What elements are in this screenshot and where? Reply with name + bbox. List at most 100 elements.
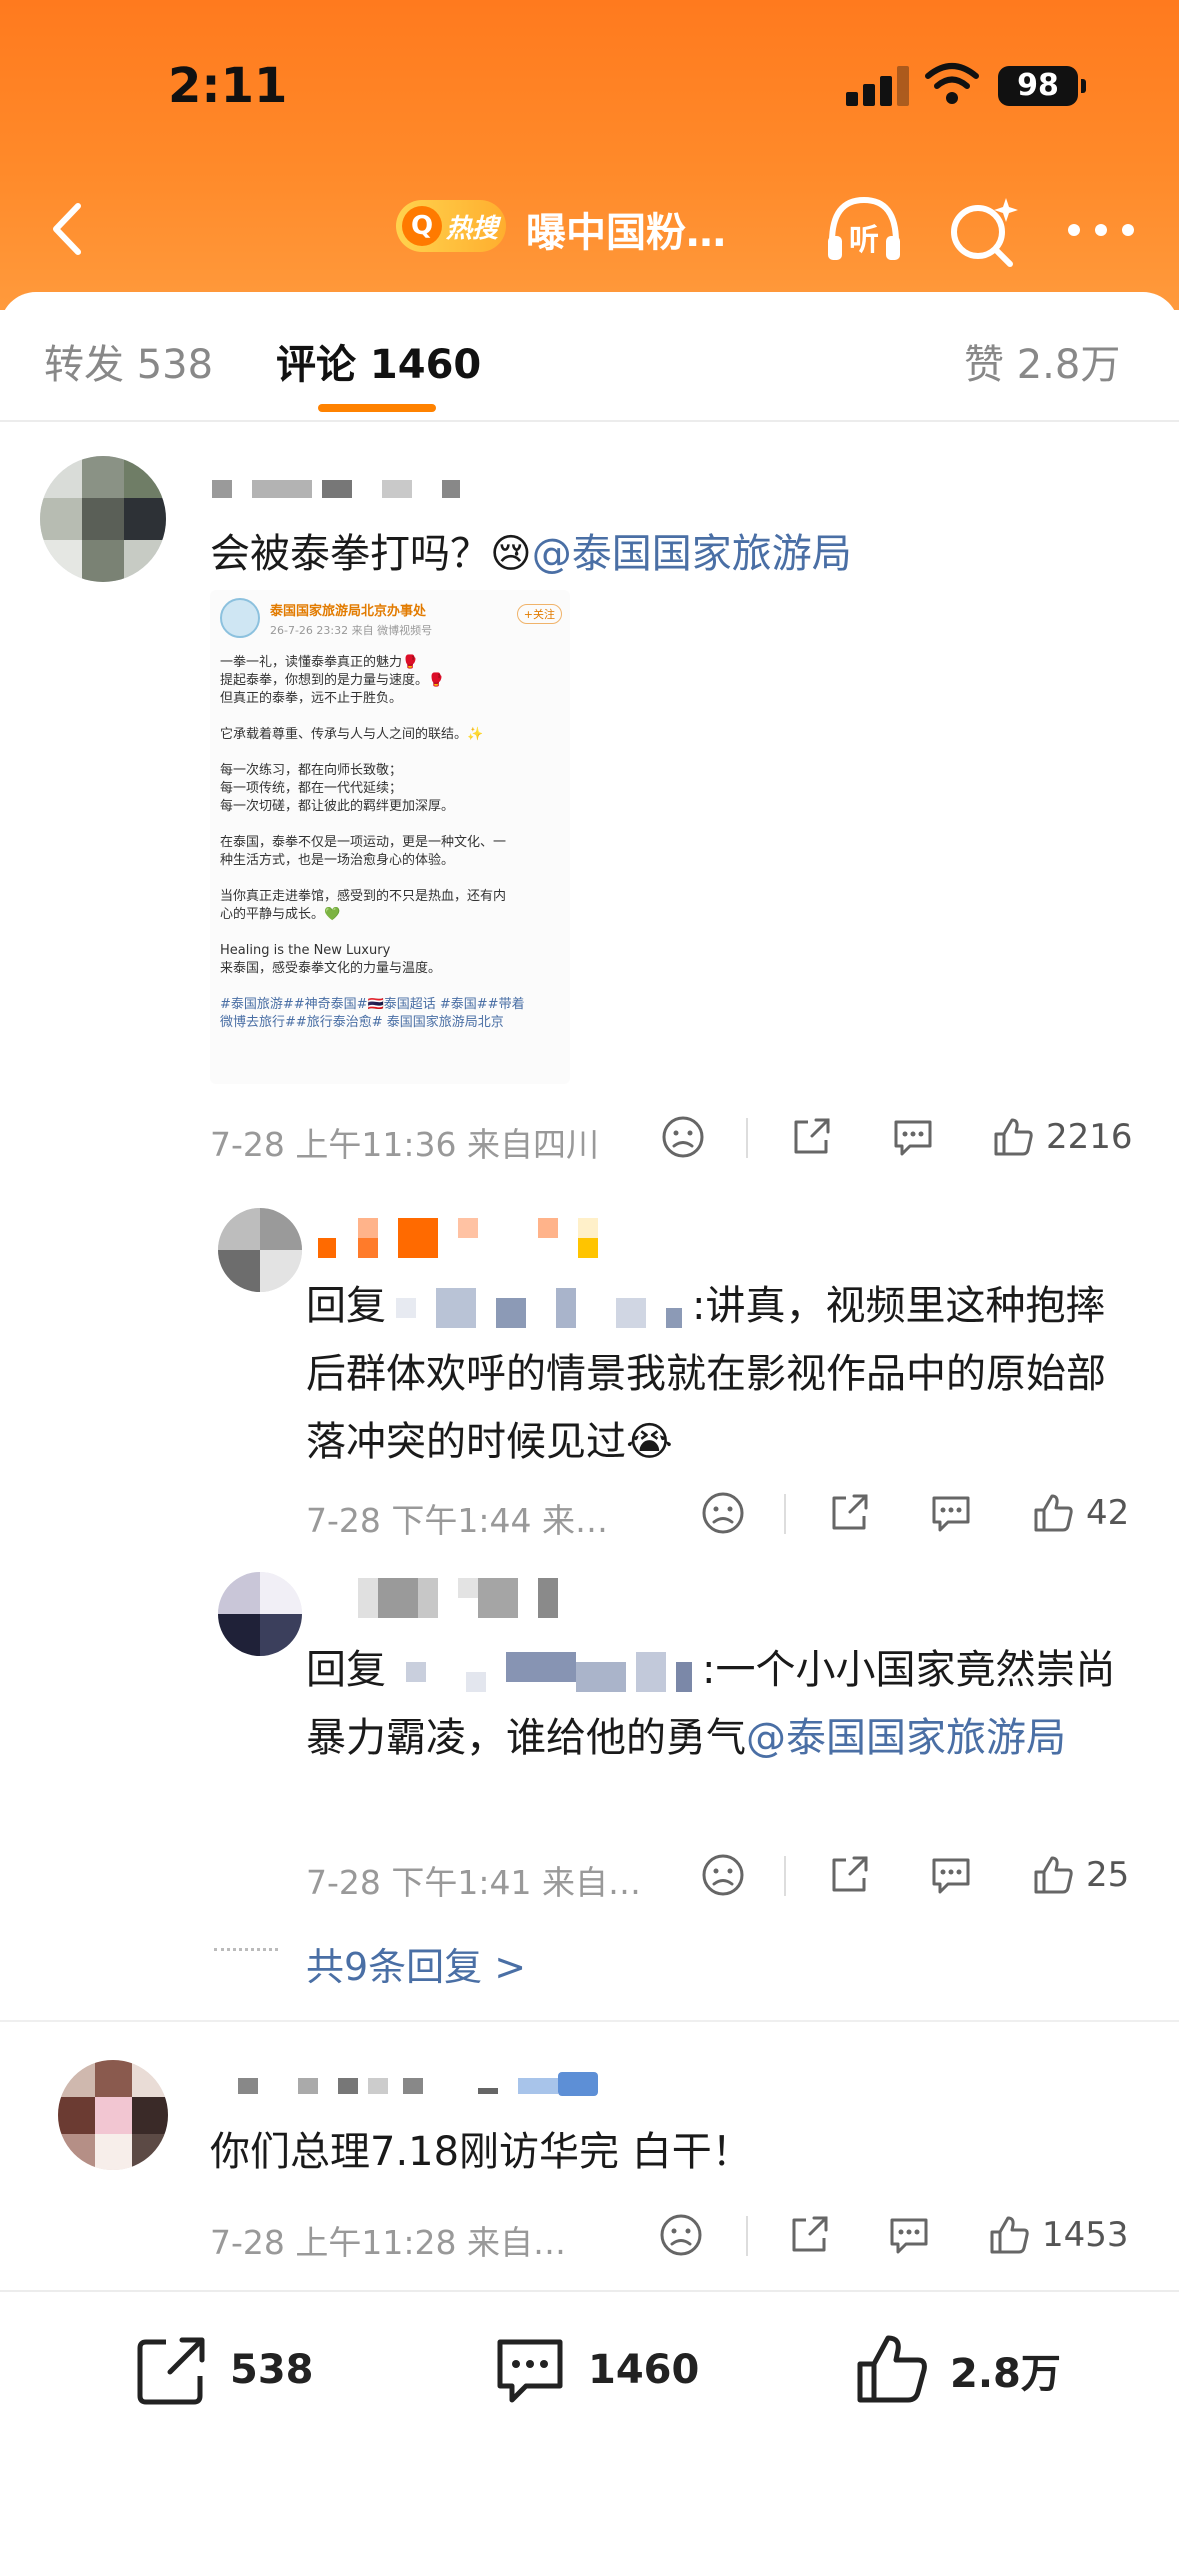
comment-button[interactable]: 1460 bbox=[490, 2330, 699, 2410]
comment-timestamp: 7-28 上午11:28 来自… bbox=[210, 2223, 566, 2262]
share-icon[interactable] bbox=[786, 2212, 832, 2258]
embedded-post-screenshot[interactable]: 泰国国家旅游局北京办事处 26-7-26 23:32 来自 微博视频号 +关注 … bbox=[210, 590, 570, 1084]
like-button[interactable]: 2216 bbox=[990, 1112, 1133, 1162]
reply-text: 回复:讲真，视频里这种抱摔后群体欢呼的情景我就在影视作品中的原始部落冲突的时候见… bbox=[306, 1272, 1136, 1476]
comment-bubble-icon[interactable] bbox=[928, 1490, 974, 1536]
card-line: 每一项传统，都在一代代延续； bbox=[220, 781, 403, 796]
battery-indicator: 98 bbox=[998, 66, 1086, 106]
card-line: 一拳一礼，读懂泰拳真正的魅力🥊 bbox=[220, 655, 419, 670]
avatar[interactable] bbox=[58, 2060, 168, 2170]
tab-repost[interactable]: 转发 538 bbox=[44, 332, 213, 390]
card-line: #泰国旅游##神奇泰国#🇹🇭泰国超话 #泰国##带着 bbox=[220, 997, 525, 1012]
hot-topic-title[interactable]: 曝中国粉… bbox=[526, 200, 726, 258]
bottom-action-bar: 538 1460 2.8万 bbox=[0, 2290, 1179, 2556]
username-blurred[interactable] bbox=[238, 2068, 618, 2098]
action-divider bbox=[784, 1856, 786, 1896]
thumbs-up-icon bbox=[857, 2335, 927, 2403]
headphones-listen-icon[interactable]: 听 bbox=[822, 192, 906, 266]
card-line: 但真正的泰拳，远不止于胜负。 bbox=[220, 691, 403, 706]
reply-timestamp: 7-28 下午1:44 来… bbox=[306, 1501, 608, 1540]
comment-bubble-icon[interactable] bbox=[886, 2212, 932, 2258]
like-count: 2216 bbox=[1046, 1117, 1133, 1157]
card-line: 每一次练习，都在向师长致敬； bbox=[220, 763, 403, 778]
card-line bbox=[210, 744, 570, 762]
tab-likes[interactable]: 赞 2.8万 bbox=[964, 332, 1120, 390]
thumbs-up-icon bbox=[990, 2216, 1029, 2254]
card-line bbox=[210, 924, 570, 942]
tab-comments[interactable]: 评论 1460 bbox=[276, 332, 481, 390]
repost-button[interactable]: 538 bbox=[132, 2330, 314, 2410]
repost-count: 538 bbox=[230, 2347, 314, 2393]
reply-target-blurred[interactable] bbox=[386, 1652, 702, 1692]
ai-search-icon[interactable] bbox=[946, 194, 1022, 268]
share-icon[interactable] bbox=[826, 1852, 872, 1898]
username-blurred[interactable] bbox=[212, 476, 462, 500]
hot-search-badge[interactable]: Q 热搜 bbox=[396, 200, 506, 252]
action-divider bbox=[784, 1494, 786, 1534]
reply-timestamp: 7-28 下午1:41 来自… bbox=[306, 1863, 641, 1902]
svg-text:听: 听 bbox=[849, 223, 879, 258]
status-time: 2:11 bbox=[168, 58, 288, 114]
card-line: 提起泰拳，你想到的是力量与速度。🥊 bbox=[220, 673, 445, 688]
avatar[interactable] bbox=[40, 456, 166, 582]
card-line: 每一次切磋，都让彼此的羁绊更加深厚。 bbox=[220, 799, 455, 814]
dislike-face-icon[interactable] bbox=[700, 1852, 746, 1898]
dislike-face-icon[interactable] bbox=[700, 1490, 746, 1536]
dislike-face-icon[interactable] bbox=[660, 1114, 706, 1160]
like-button[interactable]: 25 bbox=[1030, 1850, 1129, 1900]
hot-search-label: 热搜 bbox=[446, 213, 499, 244]
card-follow-button: +关注 bbox=[516, 604, 562, 624]
wifi-icon bbox=[925, 63, 979, 104]
comment-body: 会被泰拳打吗？ bbox=[210, 531, 490, 577]
reply-prefix: 回复 bbox=[306, 1647, 386, 1693]
crying-emoji: 😭 bbox=[626, 1419, 673, 1465]
reply-username-blurred[interactable] bbox=[318, 1218, 638, 1258]
comment-separator bbox=[0, 2020, 1179, 2022]
search-icon: Q bbox=[402, 206, 442, 246]
card-line bbox=[210, 816, 570, 834]
mention-link[interactable]: @泰国国家旅游局 bbox=[532, 531, 852, 577]
comment-icon bbox=[497, 2339, 563, 2403]
mention-link[interactable]: @泰国国家旅游局 bbox=[746, 1715, 1066, 1761]
card-meta: 26-7-26 23:32 来自 微博视频号 bbox=[270, 624, 433, 637]
header-bar: 2:11 98 Q 热搜 曝中国粉… 听 bbox=[0, 0, 1179, 310]
card-line: 种生活方式，也是一场治愈身心的体验。 bbox=[220, 853, 455, 868]
share-icon[interactable] bbox=[788, 1114, 834, 1160]
comment-text: 会被泰拳打吗？😢@泰国国家旅游局 bbox=[210, 520, 1110, 588]
reply-avatar[interactable] bbox=[218, 1572, 302, 1656]
comment-text: 你们总理7.18刚访华完 白干！ bbox=[210, 2129, 752, 2175]
reply-username-blurred[interactable] bbox=[358, 1578, 598, 1618]
card-line bbox=[210, 708, 570, 726]
card-avatar bbox=[220, 598, 260, 638]
reply-text: 回复:一个小小国家竟然崇尚暴力霸凌，谁给他的勇气@泰国国家旅游局 bbox=[306, 1636, 1136, 1772]
thumbs-up-icon bbox=[1034, 1494, 1073, 1532]
more-options-icon[interactable] bbox=[1062, 200, 1140, 260]
sad-emoji: 😢 bbox=[490, 531, 532, 577]
card-line: 当你真正走进拳馆，感受到的不只是热血，还有内 bbox=[220, 889, 507, 904]
back-arrow-icon[interactable] bbox=[36, 194, 106, 264]
card-header: 泰国国家旅游局北京办事处 26-7-26 23:32 来自 微博视频号 +关注 bbox=[210, 590, 570, 654]
comment-bubble-icon[interactable] bbox=[890, 1114, 936, 1160]
reply-target-blurred[interactable] bbox=[386, 1288, 692, 1328]
nav-bar: Q 热搜 曝中国粉… 听 bbox=[0, 180, 1179, 280]
view-all-replies-link[interactable]: 共9条回复 > bbox=[306, 1936, 526, 1991]
card-line: 它承载着尊重、传承与人与人之间的联结。✨ bbox=[220, 727, 484, 742]
comment-timestamp: 7-28 上午11:36 来自四川 bbox=[210, 1125, 599, 1164]
card-line: 来泰国，感受泰拳文化的力量与温度。 bbox=[220, 961, 442, 976]
share-icon[interactable] bbox=[826, 1490, 872, 1536]
like-button[interactable]: 1453 bbox=[986, 2210, 1129, 2260]
card-line bbox=[210, 870, 570, 888]
like-count: 1453 bbox=[1042, 2215, 1129, 2255]
comment-bubble-icon[interactable] bbox=[928, 1852, 974, 1898]
reply-prefix: 回复 bbox=[306, 1283, 386, 1329]
like-post-button[interactable]: 2.8万 bbox=[852, 2330, 1061, 2410]
thumbs-up-icon bbox=[1034, 1856, 1073, 1894]
action-divider bbox=[746, 2216, 748, 2256]
replies-dotted-line bbox=[214, 1948, 278, 1952]
like-button[interactable]: 42 bbox=[1030, 1488, 1129, 1538]
dislike-face-icon[interactable] bbox=[658, 2212, 704, 2258]
reply-avatar[interactable] bbox=[218, 1208, 302, 1292]
active-tab-indicator bbox=[318, 404, 436, 412]
action-divider bbox=[746, 1118, 748, 1158]
card-line bbox=[210, 978, 570, 996]
